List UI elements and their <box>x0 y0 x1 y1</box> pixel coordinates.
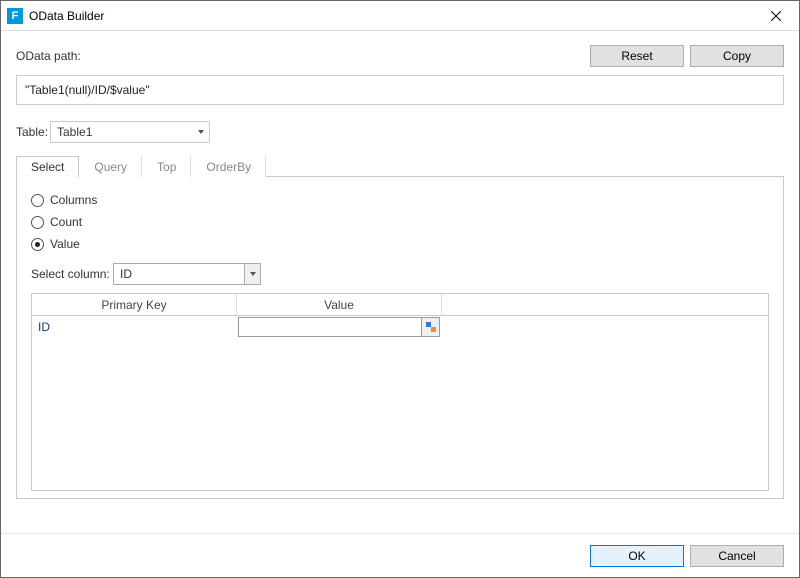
close-button[interactable] <box>753 1 799 31</box>
table-dropdown[interactable]: Table1 <box>50 121 210 143</box>
chevron-down-icon <box>198 130 204 134</box>
radio-columns-label: Columns <box>50 193 97 207</box>
cell-primary-key[interactable]: ID <box>32 316 237 338</box>
value-input[interactable] <box>239 318 421 336</box>
window-title: OData Builder <box>29 9 104 23</box>
table-dropdown-value: Table1 <box>57 125 92 139</box>
app-icon: F <box>7 8 23 24</box>
expression-icon <box>425 321 437 333</box>
odata-path-input[interactable]: "Table1(null)/ID/$value" <box>16 75 784 105</box>
tab-select[interactable]: Select <box>16 156 79 178</box>
radio-icon <box>31 194 44 207</box>
radio-value-label: Value <box>50 237 80 251</box>
radio-count[interactable]: Count <box>31 211 769 233</box>
grid-header: Primary Key Value <box>32 294 768 316</box>
column-header-primary-key[interactable]: Primary Key <box>32 294 237 316</box>
tab-query[interactable]: Query <box>79 155 142 177</box>
radio-columns[interactable]: Columns <box>31 189 769 211</box>
select-column-value: ID <box>120 267 132 281</box>
data-grid: Primary Key Value ID <box>31 293 769 491</box>
close-icon <box>771 11 781 21</box>
ok-button[interactable]: OK <box>590 545 684 567</box>
odata-path-label: OData path: <box>16 49 584 63</box>
chevron-down-icon <box>244 264 260 284</box>
radio-count-label: Count <box>50 215 82 229</box>
radio-value[interactable]: Value <box>31 233 769 255</box>
select-column-label: Select column: <box>31 267 113 281</box>
tabpanel-select: Columns Count Value Select column: ID Pr… <box>16 177 784 499</box>
titlebar: F OData Builder <box>1 1 799 31</box>
browse-button[interactable] <box>421 318 439 336</box>
tab-top[interactable]: Top <box>142 155 191 177</box>
tabbar: Select Query Top OrderBy <box>16 155 784 177</box>
table-label: Table: <box>16 125 50 139</box>
copy-button[interactable]: Copy <box>690 45 784 67</box>
radio-icon <box>31 238 44 251</box>
cancel-button[interactable]: Cancel <box>690 545 784 567</box>
cell-value <box>237 316 442 338</box>
odata-path-value: "Table1(null)/ID/$value" <box>25 83 150 97</box>
column-header-value[interactable]: Value <box>237 294 442 316</box>
value-editor <box>238 317 440 337</box>
radio-icon <box>31 216 44 229</box>
table-row: ID <box>32 316 768 338</box>
tab-orderby[interactable]: OrderBy <box>191 155 266 177</box>
column-header-spacer <box>442 294 768 316</box>
reset-button[interactable]: Reset <box>590 45 684 67</box>
select-column-dropdown[interactable]: ID <box>113 263 261 285</box>
dialog-footer: OK Cancel <box>1 533 799 577</box>
